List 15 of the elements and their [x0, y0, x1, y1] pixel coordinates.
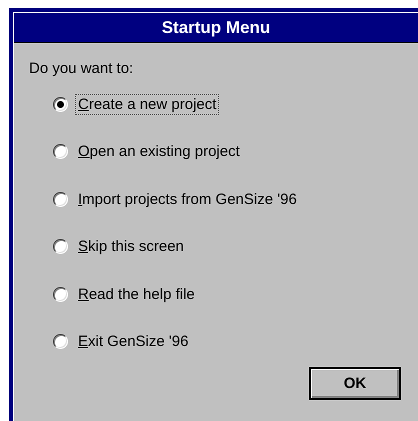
option-label[interactable]: Create a new project	[75, 94, 220, 114]
window-title: Startup Menu	[14, 13, 418, 43]
option-label[interactable]: Exit GenSize '96	[75, 331, 192, 352]
radio-button[interactable]	[53, 144, 68, 159]
option-label[interactable]: Open an existing project	[75, 141, 243, 162]
option-label[interactable]: Skip this screen	[75, 236, 187, 257]
ok-button[interactable]: OK	[309, 366, 401, 400]
radio-button[interactable]	[53, 334, 68, 349]
radio-button[interactable]	[53, 192, 68, 206]
prompt-text: Do you want to:	[29, 60, 134, 77]
radio-button[interactable]	[53, 96, 68, 112]
option-label[interactable]: Read the help file	[75, 284, 198, 304]
radio-button[interactable]	[53, 239, 68, 254]
option-label[interactable]: Import projects from GenSize '96	[75, 188, 300, 210]
radio-button[interactable]	[53, 286, 68, 302]
